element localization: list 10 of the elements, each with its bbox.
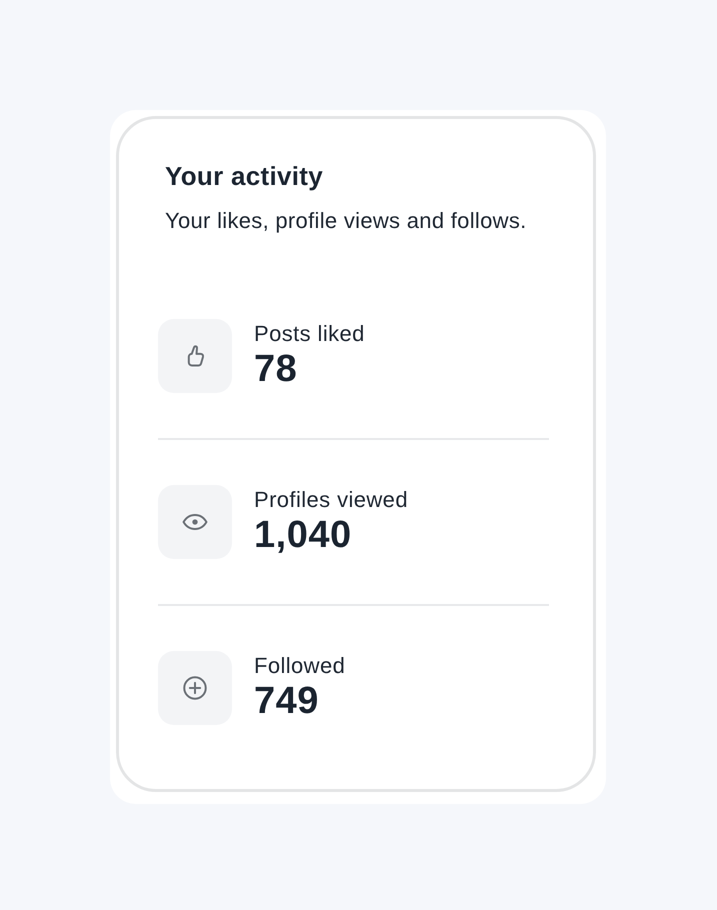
stat-label: Profiles viewed <box>254 487 408 513</box>
eye-icon <box>158 485 232 559</box>
stat-label: Followed <box>254 653 346 679</box>
card-title: Your activity <box>165 161 324 191</box>
stat-value: 749 <box>254 679 320 723</box>
thumbs-up-icon <box>158 319 232 393</box>
stat-value: 1,040 <box>254 513 353 557</box>
stat-value: 78 <box>254 347 298 391</box>
card-subtitle: Your likes, profile views and follows. <box>165 208 528 234</box>
stat-label: Posts liked <box>254 321 365 347</box>
